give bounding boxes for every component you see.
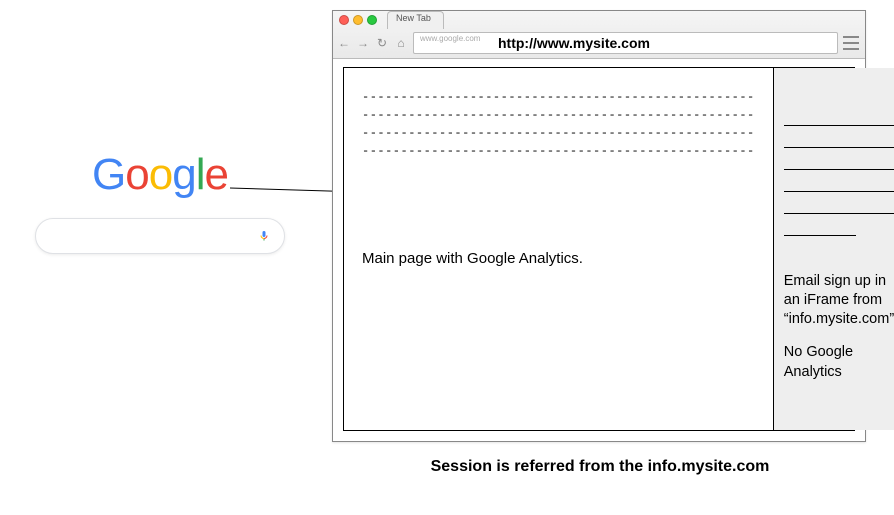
url-old: www.google.com xyxy=(420,34,480,43)
google-letter-o1: o xyxy=(125,150,148,199)
maximize-icon[interactable] xyxy=(367,15,377,25)
page-content: ----------------------------------------… xyxy=(343,67,855,431)
iframe-description: Email sign up in an iFrame from “info.my… xyxy=(784,272,894,382)
search-input[interactable] xyxy=(50,228,258,244)
diagram-caption: Session is referred from the info.mysite… xyxy=(340,458,860,476)
iframe-pane: Email sign up in an iFrame from “info.my… xyxy=(773,68,894,430)
google-letter-o2: o xyxy=(149,150,172,199)
mic-icon[interactable] xyxy=(258,228,270,244)
content-placeholder-lines: ----------------------------------------… xyxy=(362,88,755,160)
main-text: Main page with Google Analytics. xyxy=(362,250,755,267)
forward-icon[interactable]: → xyxy=(356,36,370,50)
minimize-icon[interactable] xyxy=(353,15,363,25)
google-letter-g2: g xyxy=(172,150,195,199)
main-pane: ----------------------------------------… xyxy=(344,68,773,430)
url-new: http://www.mysite.com xyxy=(496,35,652,51)
browser-window: New Tab ← → ↻ ⌂ www.google.com http://ww… xyxy=(332,10,866,442)
google-letter-g1: G xyxy=(92,150,125,199)
address-bar[interactable]: www.google.com http://www.mysite.com xyxy=(413,32,838,54)
menu-icon[interactable] xyxy=(843,36,859,50)
browser-chrome: New Tab ← → ↻ ⌂ www.google.com http://ww… xyxy=(333,11,865,59)
reload-icon[interactable]: ↻ xyxy=(375,36,389,50)
google-block: Google xyxy=(20,150,300,254)
iframe-text-1: Email sign up in an iFrame from “info.my… xyxy=(784,272,894,329)
form-placeholder-lines xyxy=(784,108,894,240)
close-icon[interactable] xyxy=(339,15,349,25)
tab-label: New Tab xyxy=(396,13,431,23)
google-logo: Google xyxy=(20,150,300,200)
address-row: ← → ↻ ⌂ www.google.com http://www.mysite… xyxy=(337,31,861,55)
google-letter-e: e xyxy=(204,150,227,199)
back-icon[interactable]: ← xyxy=(337,36,351,50)
home-icon[interactable]: ⌂ xyxy=(394,36,408,50)
browser-tab[interactable]: New Tab xyxy=(387,11,444,29)
window-controls xyxy=(339,15,377,25)
iframe-text-2: No Google Analytics xyxy=(784,343,894,381)
google-search-box[interactable] xyxy=(35,218,285,254)
